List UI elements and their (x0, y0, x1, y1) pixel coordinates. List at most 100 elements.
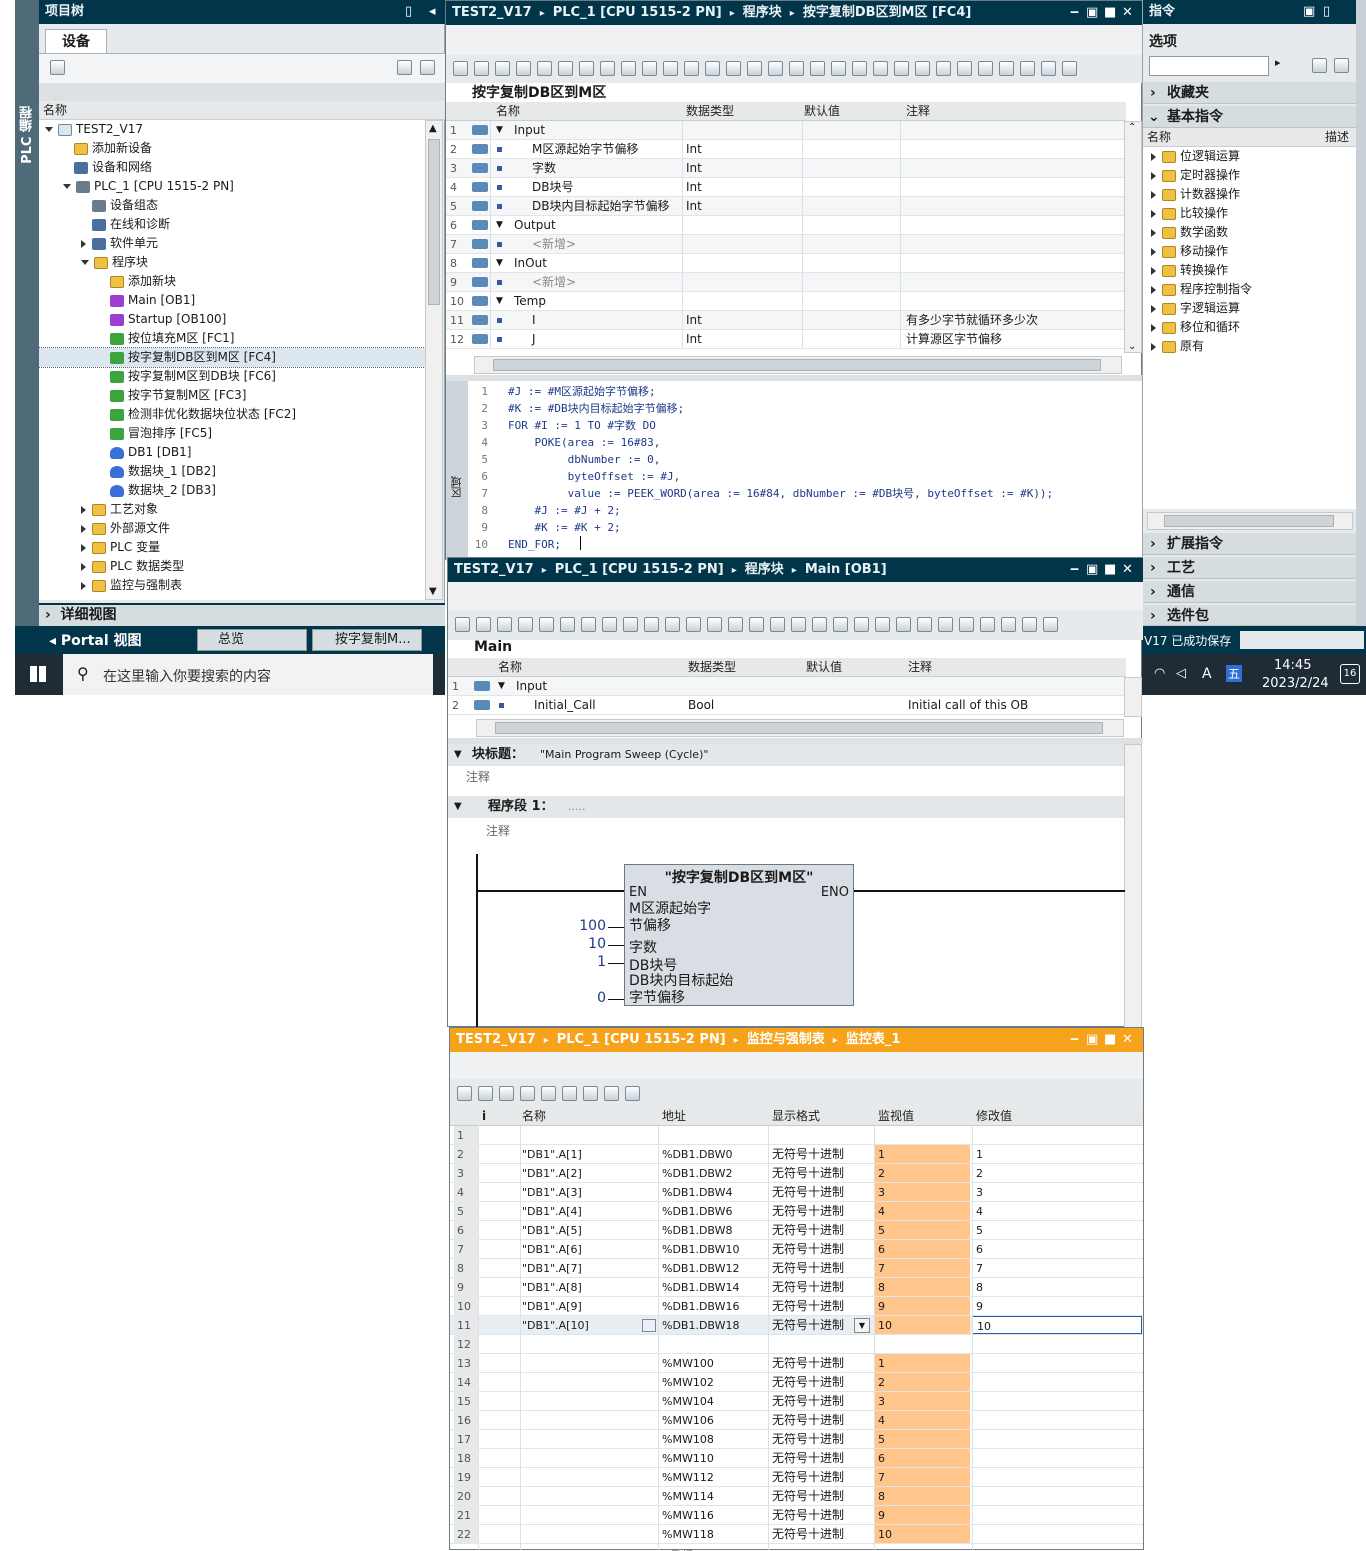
toolbar-tool-icon[interactable] (833, 617, 848, 632)
toolbar-tool-icon[interactable] (1043, 617, 1058, 632)
interface-param-name[interactable]: <新增> (532, 235, 576, 254)
watch-row[interactable]: 6 "DB1".A[5] %DB1.DBW8 无符号十进制 5 5 (450, 1221, 1143, 1240)
watch-modify-value[interactable] (972, 1392, 1142, 1410)
scroll-thumb[interactable] (428, 139, 440, 305)
watch-modify-value[interactable]: 2 (972, 1164, 1142, 1182)
toolbar-tool-icon[interactable] (747, 61, 762, 76)
expand-right-icon[interactable] (81, 562, 86, 571)
tree-item[interactable]: 数据块_1 [DB2] (39, 462, 425, 481)
toolbar-tool-icon[interactable] (455, 617, 470, 632)
instruction-folder[interactable]: 定时器操作 (1143, 166, 1357, 185)
expand-right-icon[interactable] (1151, 209, 1156, 218)
windows-start-icon[interactable] (30, 666, 46, 682)
watch-row[interactable]: 5 "DB1".A[4] %DB1.DBW6 无符号十进制 4 4 (450, 1202, 1143, 1221)
view-table-icon[interactable] (397, 60, 412, 75)
watch-row[interactable]: 18 %MW110 无符号十进制 6 (450, 1449, 1143, 1468)
expand-right-icon[interactable] (1151, 247, 1156, 256)
expand-right-icon[interactable] (1151, 323, 1156, 332)
tree-item[interactable]: 数据块_2 [DB3] (39, 481, 425, 500)
tree-item[interactable]: 软件单元 (39, 234, 425, 253)
float-icon[interactable]: ▣ (1086, 558, 1098, 582)
toolbar-tool-icon[interactable] (518, 617, 533, 632)
watch-modify-value[interactable] (972, 1468, 1142, 1486)
tree-item[interactable]: PLC 数据类型 (39, 557, 425, 576)
interface-row[interactable]: 12 J Int 计算源区字节偏移 (446, 330, 1126, 349)
instruction-folder[interactable]: 原有 (1143, 337, 1357, 356)
watch-name[interactable]: "DB1".A[1] (522, 1145, 582, 1164)
pin-value-4[interactable]: 0 (560, 990, 606, 1006)
toolbar-tool-icon[interactable] (707, 617, 722, 632)
instruction-folder[interactable]: 计数器操作 (1143, 185, 1357, 204)
watch-name[interactable]: "DB1".A[2] (522, 1164, 582, 1183)
watch-format[interactable]: 无符号十进制 (772, 1392, 844, 1411)
watch-format[interactable]: 无符号十进制 (772, 1297, 844, 1316)
expand-right-icon[interactable] (81, 239, 86, 248)
breadcrumb-item[interactable]: 监控表_1 (846, 1032, 901, 1047)
toolbar-tool-icon[interactable] (791, 617, 806, 632)
watch-format[interactable]: 无符号十进制 (772, 1145, 844, 1164)
interface-param-name[interactable]: J (532, 330, 536, 349)
tree-item[interactable]: PLC 变量 (39, 538, 425, 557)
tree-item[interactable]: 添加新设备 (39, 139, 425, 158)
toolbar-tool-icon[interactable] (875, 617, 890, 632)
watch-address[interactable]: %MW110 (662, 1449, 714, 1468)
breadcrumb-item[interactable]: PLC_1 [CPU 1515-2 PN] (553, 5, 722, 20)
toolbar-tool-icon[interactable] (560, 617, 575, 632)
detail-view-bar[interactable]: › 详细视图 (39, 603, 445, 626)
collapse-icon[interactable]: ▼ (498, 677, 505, 696)
code-line[interactable]: POKE(area := 16#83, (508, 434, 660, 451)
watch-modify-value[interactable] (972, 1411, 1142, 1429)
toolbar-tool-icon[interactable] (978, 61, 993, 76)
tree-item[interactable]: 按字复制M区到DB块 [FC6] (39, 367, 425, 386)
toolbar-tool-icon[interactable] (999, 61, 1014, 76)
optional-section[interactable]: › 选件包 (1143, 605, 1357, 626)
notification-icon[interactable]: 16 (1340, 664, 1360, 684)
portal-view-button[interactable]: ◂ Portal 视图 (49, 630, 142, 650)
code-line[interactable]: FOR #I := 1 TO #字数 DO (508, 417, 656, 434)
expand-down-icon[interactable] (81, 260, 89, 265)
breadcrumb-item[interactable]: PLC_1 [CPU 1515-2 PN] (555, 562, 724, 577)
tree-vscroll[interactable]: ▲ ▼ (425, 120, 443, 600)
toolbar-tool-icon[interactable] (474, 61, 489, 76)
watch-format[interactable]: 无符号十进制 (772, 1259, 844, 1278)
breadcrumb-item[interactable]: 程序块 (745, 562, 784, 577)
expand-right-icon[interactable] (1151, 285, 1156, 294)
hscroll-thumb[interactable] (495, 722, 1103, 734)
toolbar-tool-icon[interactable] (644, 617, 659, 632)
toolbar-tool-icon[interactable] (728, 617, 743, 632)
toolbar-tool-icon[interactable] (497, 617, 512, 632)
interface-param-name[interactable]: I (532, 311, 536, 330)
watch-address[interactable]: %MW116 (662, 1506, 714, 1525)
toolbar-tool-icon[interactable] (516, 61, 531, 76)
toolbar-tool-icon[interactable] (499, 1086, 514, 1101)
watch-row[interactable]: 22 %MW118 无符号十进制 10 (450, 1525, 1143, 1544)
watch-name[interactable]: "DB1".A[7] (522, 1259, 582, 1278)
collapse-icon[interactable]: ▼ (496, 121, 503, 140)
watch-modify-value[interactable] (972, 1449, 1142, 1467)
code-line[interactable]: value := PEEK_WORD(area := 16#84, dbNumb… (508, 485, 1054, 502)
watch-address[interactable]: %DB1.DBW6 (662, 1202, 732, 1221)
tree-item[interactable]: 监控与强制表 (39, 576, 425, 595)
watch-address[interactable]: %MW104 (662, 1392, 714, 1411)
minimize-icon[interactable]: ‒ (1070, 1028, 1079, 1052)
breadcrumb-item[interactable]: TEST2_V17 (452, 5, 532, 20)
interface-row[interactable]: 2 Initial_Call Bool Initial call of this OB (448, 696, 1126, 715)
tab-devices[interactable]: 设备 (45, 29, 107, 53)
watch-modify-value[interactable] (972, 1335, 1142, 1353)
watch-row[interactable]: 13 %MW100 无符号十进制 1 (450, 1354, 1143, 1373)
pin-value-2[interactable]: 10 (560, 936, 606, 952)
block-title-row[interactable]: ▼ 块标题： "Main Program Sweep (Cycle)" (448, 744, 1124, 766)
taskbar-tab-overview[interactable]: 总览 (197, 629, 307, 651)
toolbar-tool-icon[interactable] (684, 61, 699, 76)
toolbar-tool-icon[interactable] (896, 617, 911, 632)
toolbar-tool-icon[interactable] (873, 61, 888, 76)
minimize-icon[interactable]: ‒ (1070, 558, 1079, 582)
interface-param-type[interactable]: Int (686, 330, 702, 349)
toolbar-tool-icon[interactable] (539, 617, 554, 632)
toolbar-tool-icon[interactable] (936, 61, 951, 76)
pin-value-3[interactable]: 1 (560, 954, 606, 970)
instruction-folder[interactable]: 字逻辑运算 (1143, 299, 1357, 318)
watch-address[interactable]: %MW100 (662, 1354, 714, 1373)
toolbar-tool-icon[interactable] (665, 617, 680, 632)
format-dropdown-icon[interactable]: ▼ (854, 1318, 870, 1333)
